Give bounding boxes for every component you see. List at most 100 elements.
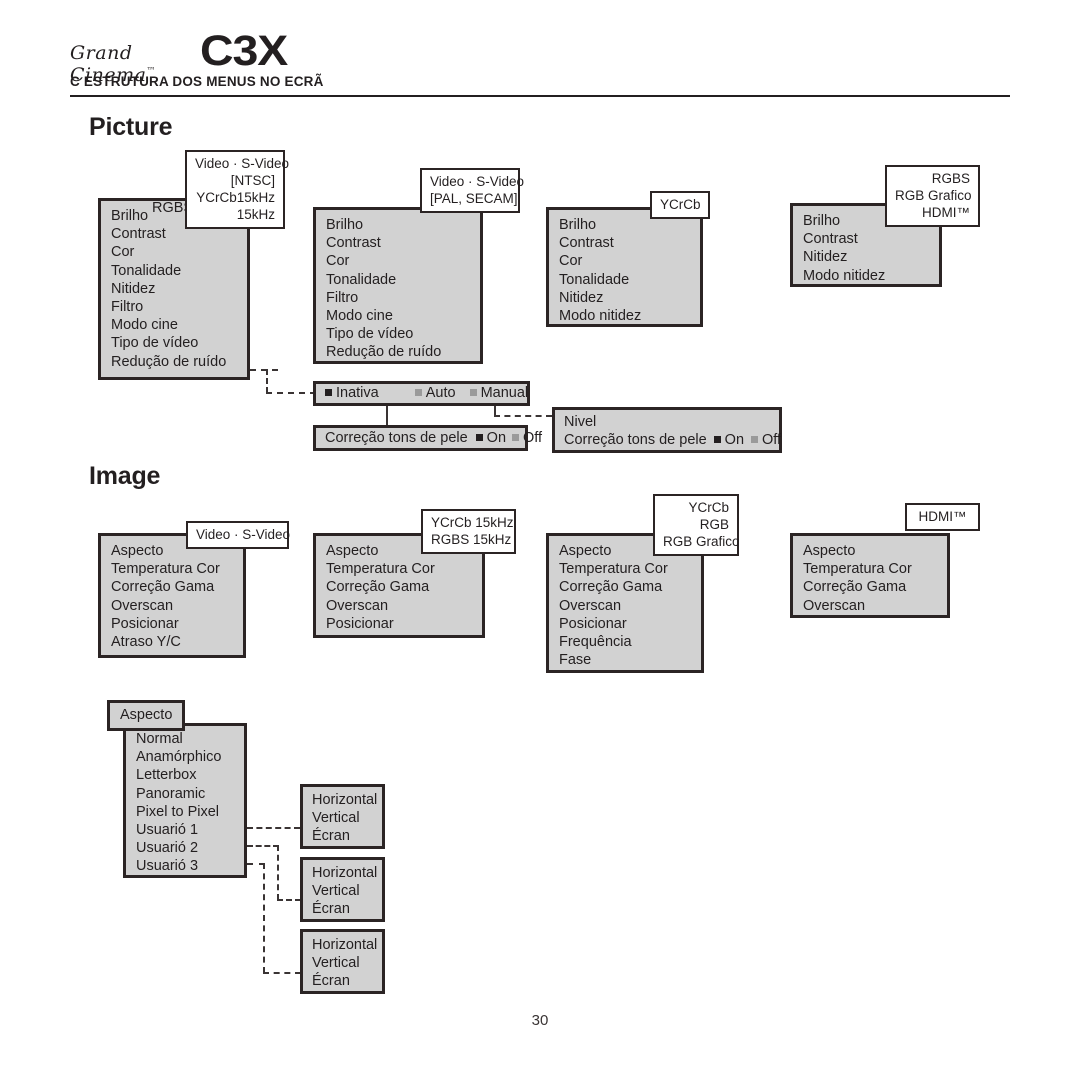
tag-line: Video · S-Video: [196, 527, 291, 542]
menu-item[interactable]: Horizontal: [312, 791, 377, 809]
tag-line: YCrCb: [688, 500, 729, 515]
menu-item[interactable]: Cor: [559, 252, 690, 270]
menu-item[interactable]: Usuarió 2: [136, 839, 234, 857]
menu-item[interactable]: Redução de ruído: [111, 353, 237, 371]
menu-picture-video-pal[interactable]: Brilho Contrast Cor Tonalidade Filtro Mo…: [313, 207, 483, 364]
menu-item[interactable]: Posicionar: [111, 615, 233, 633]
menu-image-hdmi[interactable]: Aspecto Temperatura Cor Correção Gama Ov…: [790, 533, 950, 618]
menu-item[interactable]: Normal: [136, 730, 234, 748]
menu-item[interactable]: Atraso Y/C: [111, 633, 233, 651]
optionbar-skin-tone-simple[interactable]: Correção tons de pele On Off: [313, 425, 542, 451]
menu-item[interactable]: Modo cine: [111, 316, 237, 334]
menu-item[interactable]: Nitidez: [111, 280, 237, 298]
menu-item[interactable]: Correção Gama: [803, 578, 937, 596]
menu-item[interactable]: Filtro: [111, 298, 237, 316]
menu-item[interactable]: Écran: [312, 900, 373, 918]
menu-item[interactable]: Tipo de vídeo: [111, 334, 237, 352]
menu-item[interactable]: Overscan: [803, 597, 937, 615]
menu-item[interactable]: Temperatura Cor: [326, 560, 472, 578]
tag-image-video: Video · S-Video: [186, 521, 291, 549]
menu-item[interactable]: Filtro: [326, 289, 470, 307]
menu-item[interactable]: Posicionar: [326, 615, 472, 633]
bullet-icon: [751, 436, 759, 444]
menu-item[interactable]: Nitidez: [803, 248, 929, 266]
section-label: C ESTRUTURA DOS MENUS NO ECRÃ: [70, 74, 324, 89]
menu-item[interactable]: Écran: [312, 827, 373, 845]
option-off[interactable]: Off: [512, 429, 542, 447]
menu-item[interactable]: Temperatura Cor: [559, 560, 691, 578]
optionbar-noise-reduction-modes[interactable]: Inativa Auto Manual: [313, 381, 530, 406]
menu-item[interactable]: Redução de ruído: [326, 343, 470, 361]
menu-item[interactable]: Brilho: [326, 216, 470, 234]
option-label: Off: [523, 429, 543, 446]
menu-item[interactable]: Fase: [559, 651, 691, 669]
option-on[interactable]: On: [713, 432, 744, 448]
brand-model-text: C3X: [200, 27, 288, 75]
page-title-image: Image: [89, 462, 161, 490]
menu-item[interactable]: Letterbox: [136, 766, 234, 784]
menu-item[interactable]: Modo cine: [326, 307, 470, 325]
menu-item[interactable]: Overscan: [326, 597, 472, 615]
connector-dash: [263, 863, 265, 973]
menu-item[interactable]: Contrast: [803, 230, 929, 248]
panel-nivel[interactable]: Nivel Correção tons de pele On Off: [552, 407, 782, 453]
tag-picture-rgbs-hdmi: RGBS RGB Grafico HDMI™: [885, 165, 980, 227]
tag-line: YCrCb: [660, 197, 701, 212]
connector-dash: [494, 415, 552, 417]
menu-item[interactable]: Overscan: [559, 597, 691, 615]
menu-picture-ycrcb[interactable]: Brilho Contrast Cor Tonalidade Nitidez M…: [546, 207, 703, 327]
menu-item[interactable]: Horizontal: [312, 864, 377, 882]
menu-item[interactable]: Cor: [111, 243, 237, 261]
menu-item[interactable]: Usuarió 1: [136, 821, 234, 839]
menu-item[interactable]: Frequência: [559, 633, 691, 651]
option-label: Inativa: [336, 385, 379, 401]
menu-item[interactable]: Panoramic: [136, 785, 234, 803]
menu-user1-adjust[interactable]: Horizontal Vertical Écran: [300, 784, 385, 849]
option-on[interactable]: On: [475, 429, 507, 447]
menu-item[interactable]: Modo nitidez: [559, 307, 690, 325]
menu-item[interactable]: Correção Gama: [111, 578, 233, 596]
tag-line: HDMI™: [922, 205, 970, 220]
menu-item[interactable]: Nitidez: [559, 289, 690, 307]
menu-item[interactable]: Overscan: [111, 597, 233, 615]
menu-item[interactable]: Vertical: [312, 954, 373, 972]
menu-item[interactable]: Correção Gama: [326, 578, 472, 596]
option-inativa[interactable]: Inativa: [325, 384, 379, 402]
menu-item[interactable]: Aspecto: [803, 542, 937, 560]
menu-item[interactable]: Écran: [312, 972, 373, 990]
connector-dash: [263, 972, 301, 974]
menu-item[interactable]: Horizontal: [312, 936, 377, 954]
connector-dash: [247, 827, 300, 829]
menu-item[interactable]: Usuarió 3: [136, 857, 234, 875]
tag-line: RGB: [699, 517, 729, 532]
menu-item[interactable]: Temperatura Cor: [803, 560, 937, 578]
menu-item[interactable]: Tonalidade: [111, 262, 237, 280]
panel-skin-tone-row[interactable]: Correção tons de pele On Off: [564, 431, 781, 449]
menu-image-video[interactable]: Aspecto Temperatura Cor Correção Gama Ov…: [98, 533, 246, 658]
menu-item[interactable]: Contrast: [559, 234, 690, 252]
menu-item[interactable]: Contrast: [326, 234, 470, 252]
tag-line: HDMI™: [918, 509, 967, 524]
menu-item[interactable]: Vertical: [312, 809, 373, 827]
menu-item[interactable]: Temperatura Cor: [111, 560, 233, 578]
menu-item[interactable]: Vertical: [312, 882, 373, 900]
menu-aspecto-submenu[interactable]: Normal Anamórphico Letterbox Panoramic P…: [123, 723, 247, 878]
tab-label-aspecto[interactable]: Aspecto: [107, 700, 185, 731]
menu-item[interactable]: Cor: [326, 252, 470, 270]
menu-item[interactable]: Posicionar: [559, 615, 691, 633]
menu-item[interactable]: Anamórphico: [136, 748, 234, 766]
option-label: On: [486, 429, 507, 446]
option-auto[interactable]: Auto: [414, 384, 456, 402]
menu-user3-adjust[interactable]: Horizontal Vertical Écran: [300, 929, 385, 994]
menu-item[interactable]: Modo nitidez: [803, 267, 929, 285]
menu-item[interactable]: Tipo de vídeo: [326, 325, 470, 343]
option-manual[interactable]: Manual: [469, 384, 528, 402]
menu-item[interactable]: Tonalidade: [326, 271, 470, 289]
menu-item[interactable]: Tonalidade: [559, 271, 690, 289]
option-off[interactable]: Off: [751, 432, 781, 448]
page-title-picture: Picture: [89, 113, 173, 141]
menu-user2-adjust[interactable]: Horizontal Vertical Écran: [300, 857, 385, 922]
menu-item[interactable]: Correção Gama: [559, 578, 691, 596]
tag-image-hdmi: HDMI™: [905, 503, 980, 531]
menu-item[interactable]: Pixel to Pixel: [136, 803, 234, 821]
